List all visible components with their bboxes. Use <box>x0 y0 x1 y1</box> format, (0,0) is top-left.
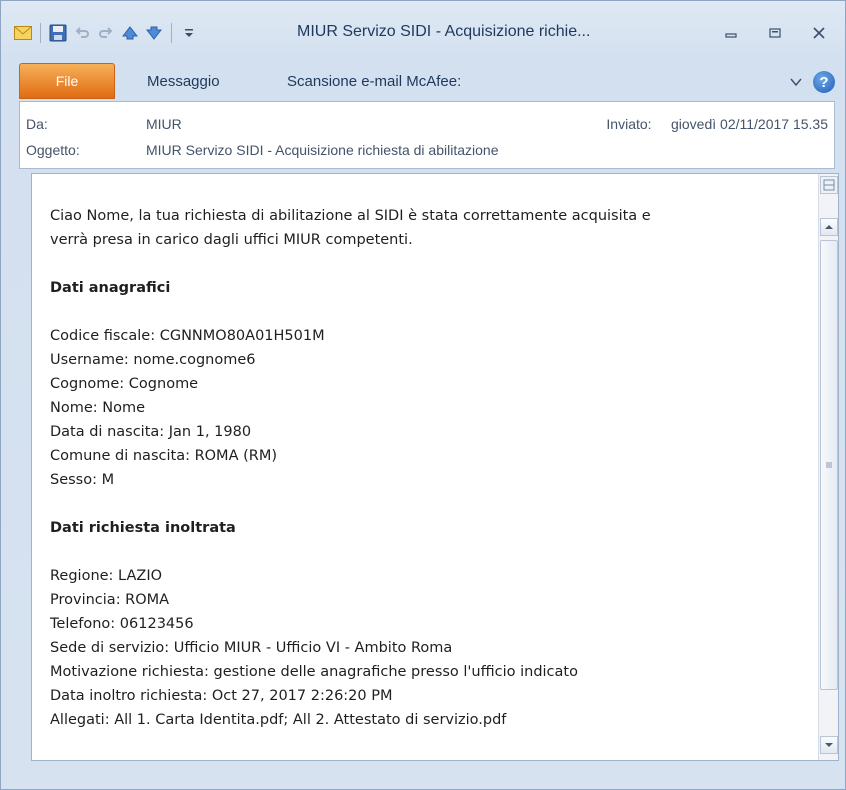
window-controls <box>709 21 841 45</box>
minimize-button[interactable] <box>709 21 753 45</box>
detail-line: Sede di servizio: Ufficio MIUR - Ufficio… <box>50 640 453 656</box>
message-body[interactable]: Ciao Nome, la tua richiesta di abilitazi… <box>31 173 839 761</box>
toolbar-separator <box>40 23 41 43</box>
from-label: Da: <box>26 116 48 132</box>
message-text: Ciao Nome, la tua richiesta di abilitazi… <box>50 204 810 732</box>
detail-line: Allegati: All 1. Carta Identita.pdf; All… <box>50 712 507 728</box>
detail-line: Provincia: ROMA <box>50 592 170 608</box>
restore-button[interactable] <box>753 21 797 45</box>
scroll-thumb[interactable] <box>820 240 838 690</box>
detail-line: Sesso: M <box>50 472 115 488</box>
previous-item-icon[interactable] <box>120 23 140 43</box>
customize-toolbar-icon[interactable] <box>179 23 199 43</box>
section-title-anagrafici: Dati anagrafici <box>50 280 171 296</box>
from-value[interactable]: MIUR <box>146 116 182 132</box>
detail-line: Username: nome.cognome6 <box>50 352 256 368</box>
save-icon[interactable] <box>48 23 68 43</box>
split-view-icon[interactable] <box>820 176 838 194</box>
subject-value: MIUR Servizo SIDI - Acquisizione richies… <box>146 142 499 158</box>
detail-line: Cognome: Cognome <box>50 376 199 392</box>
sent-info: Inviato: giovedì 02/11/2017 15.35 <box>606 116 828 132</box>
sent-value: giovedì 02/11/2017 15.35 <box>671 116 828 132</box>
bottom-frame <box>1 767 845 789</box>
sent-label: Inviato: <box>606 116 652 132</box>
message-header: Da: MIUR Inviato: giovedì 02/11/2017 15.… <box>19 101 835 169</box>
email-window: MIUR Servizo SIDI - Acquisizione richie.… <box>0 0 846 790</box>
detail-line: Data di nascita: Jan 1, 1980 <box>50 424 252 440</box>
scroll-down-button[interactable] <box>820 736 838 754</box>
redo-icon[interactable] <box>96 23 116 43</box>
tab-messaggio[interactable]: Messaggio <box>147 73 220 90</box>
title-bar: MIUR Servizo SIDI - Acquisizione richie.… <box>1 1 845 59</box>
detail-line: Data inoltro richiesta: Oct 27, 2017 2:2… <box>50 688 393 704</box>
undo-icon[interactable] <box>72 23 92 43</box>
detail-line: Comune di nascita: ROMA (RM) <box>50 448 277 464</box>
intro-line: Ciao Nome, la tua richiesta di abilitazi… <box>50 208 651 224</box>
toolbar-separator <box>171 23 172 43</box>
tab-scansione-mcafee[interactable]: Scansione e-mail McAfee: <box>287 73 461 90</box>
detail-line: Codice fiscale: CGNNMO80A01H501M <box>50 328 325 344</box>
vertical-scrollbar[interactable] <box>818 174 838 760</box>
help-button[interactable]: ? <box>813 71 835 93</box>
quick-access-toolbar <box>13 23 199 43</box>
minimize-ribbon-icon[interactable] <box>789 77 803 87</box>
tab-file[interactable]: File <box>19 63 115 99</box>
ribbon-help-area: ? <box>789 71 835 93</box>
section-title-richiesta: Dati richiesta inoltrata <box>50 520 236 536</box>
close-button[interactable] <box>797 21 841 45</box>
mail-icon <box>13 23 33 43</box>
detail-line: Motivazione richiesta: gestione delle an… <box>50 664 578 680</box>
intro-line: verrà presa in carico dagli uffici MIUR … <box>50 232 413 248</box>
detail-line: Telefono: 06123456 <box>50 616 194 632</box>
ribbon-tabs: File Messaggio Scansione e-mail McAfee: … <box>1 61 845 101</box>
detail-line: Regione: LAZIO <box>50 568 163 584</box>
subject-label: Oggetto: <box>26 142 80 158</box>
window-title: MIUR Servizo SIDI - Acquisizione richie.… <box>297 23 591 40</box>
detail-line: Nome: Nome <box>50 400 146 416</box>
next-item-icon[interactable] <box>144 23 164 43</box>
scroll-up-button[interactable] <box>820 218 838 236</box>
